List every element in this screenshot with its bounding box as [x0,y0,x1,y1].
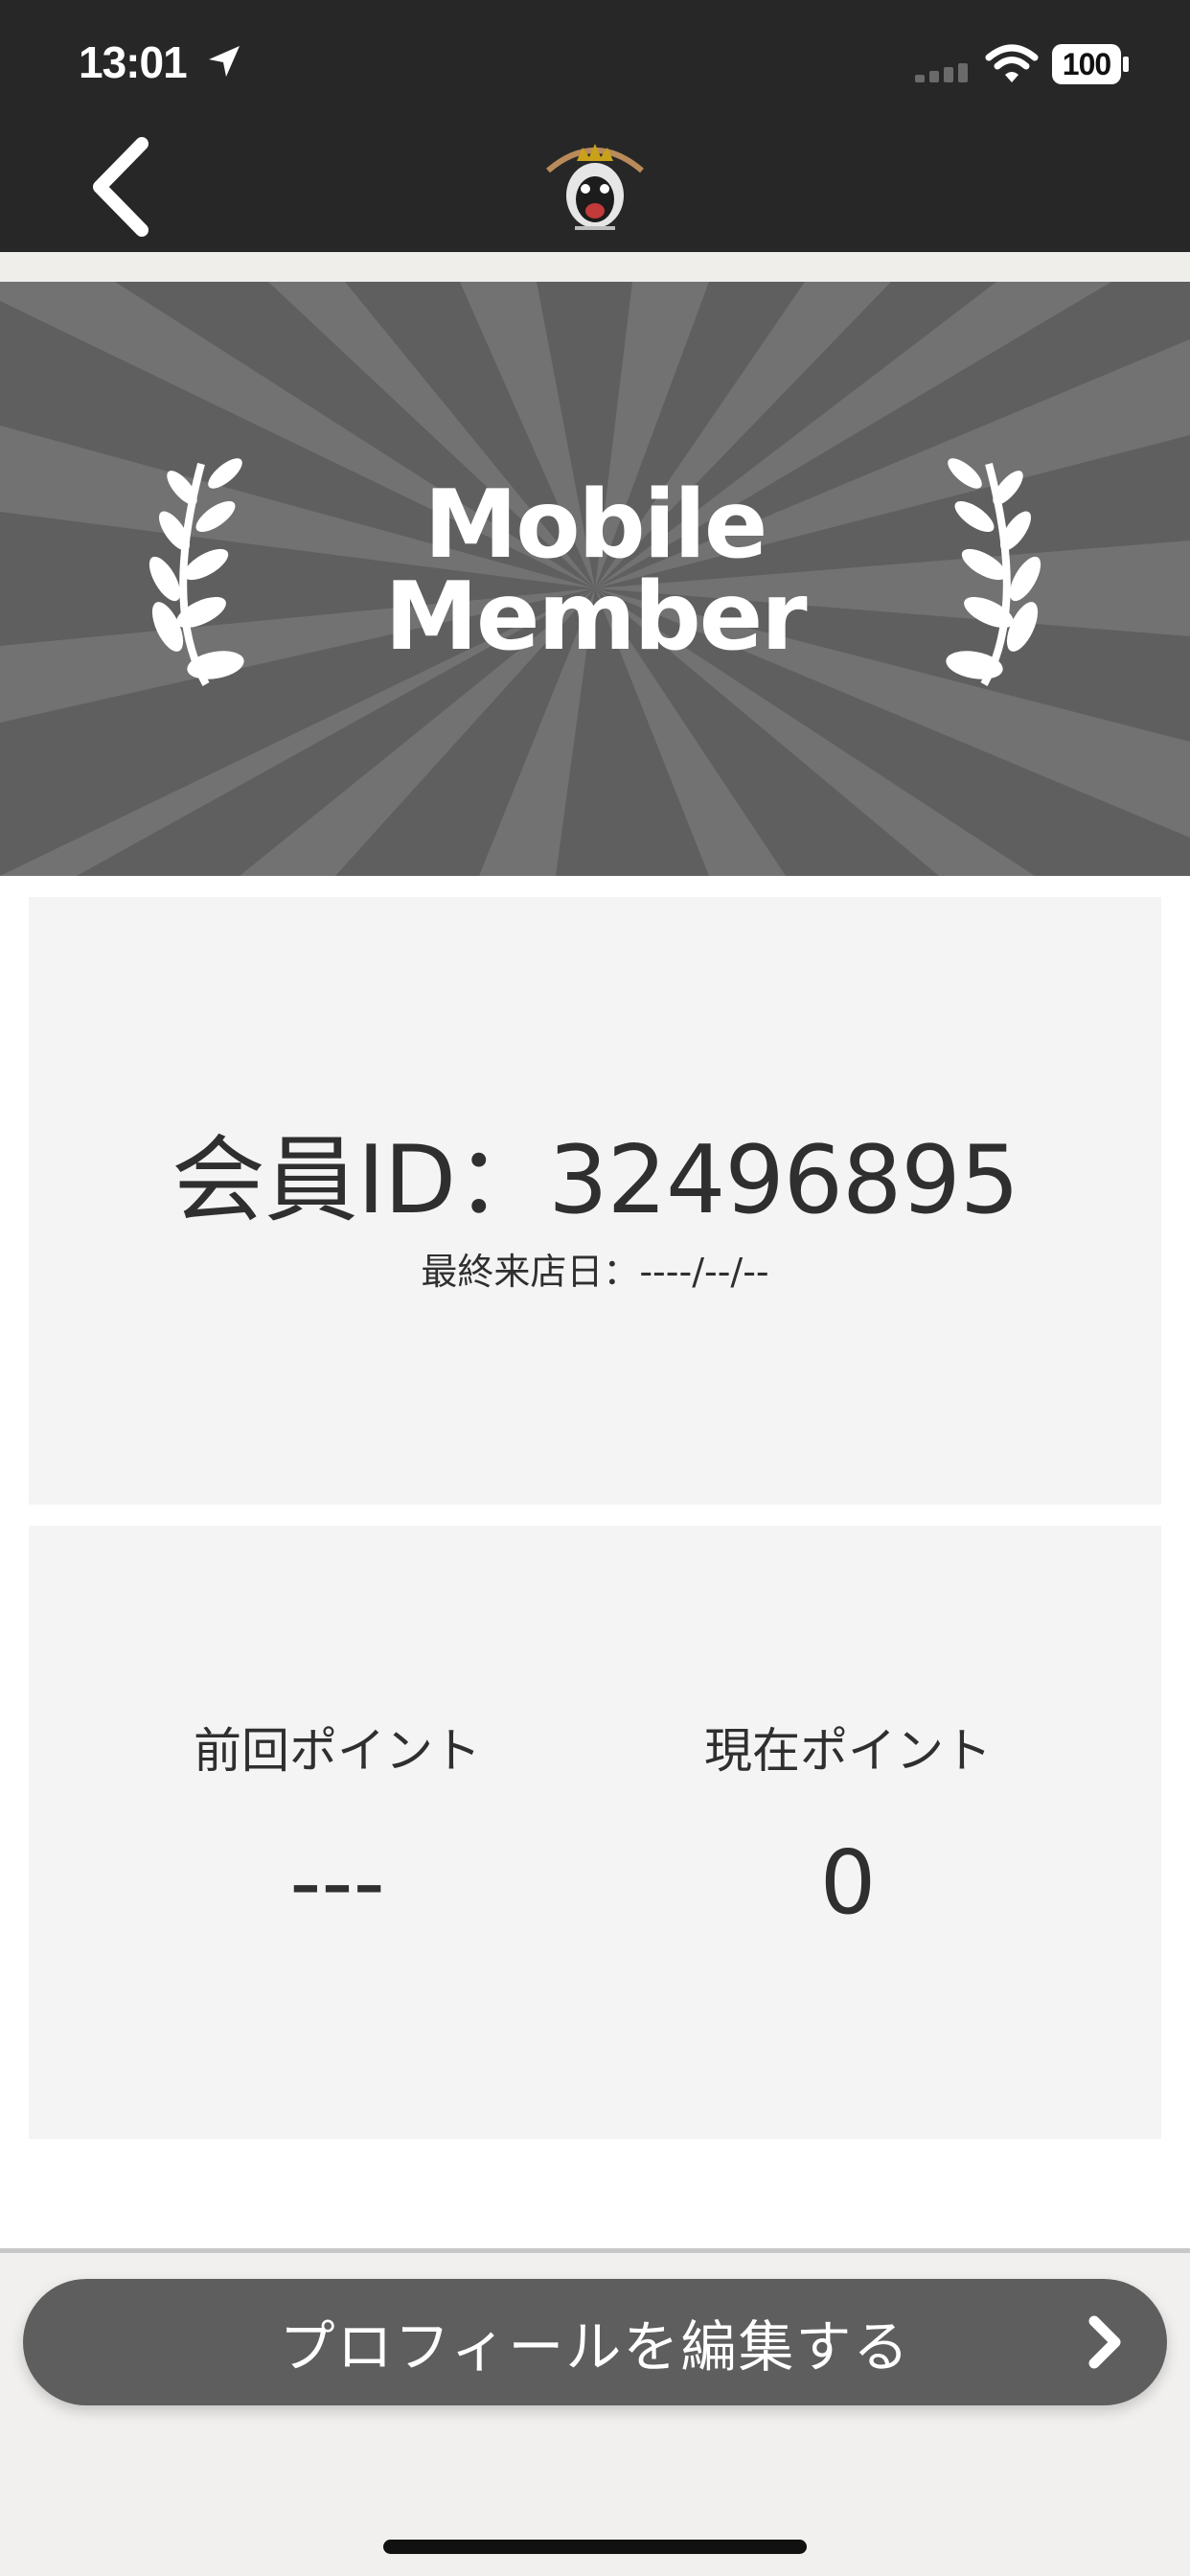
texture-band [0,252,1190,283]
status-time: 13:01 [79,37,188,87]
current-points-value: 0 [819,1831,877,1934]
signal-icon [915,63,968,82]
edit-profile-button[interactable]: プロフィールを編集する [23,2279,1167,2405]
battery-level: 100 [1062,46,1111,81]
chevron-right-icon [1088,2315,1121,2369]
home-indicator [383,2540,807,2554]
location-arrow-icon [209,46,240,77]
hero-title-line1: Mobile [423,471,768,580]
gorilla-logo-icon [546,144,644,230]
previous-points-value: --- [289,1831,385,1934]
chevron-left-icon [93,137,149,237]
member-id: 会員ID：32496895 [171,1126,1019,1235]
hero-title-line2: Member [384,563,807,672]
back-button[interactable] [77,134,163,240]
wifi-icon [985,44,1039,82]
hero-title: Mobile Member [0,471,1190,672]
edit-profile-label: プロフィールを編集する [279,2314,911,2380]
current-points-label: 現在ポイント [704,1723,992,1779]
previous-points-label: 前回ポイント [194,1723,481,1779]
last-visit-date: 最終来店日：----/--/-- [421,1251,769,1293]
